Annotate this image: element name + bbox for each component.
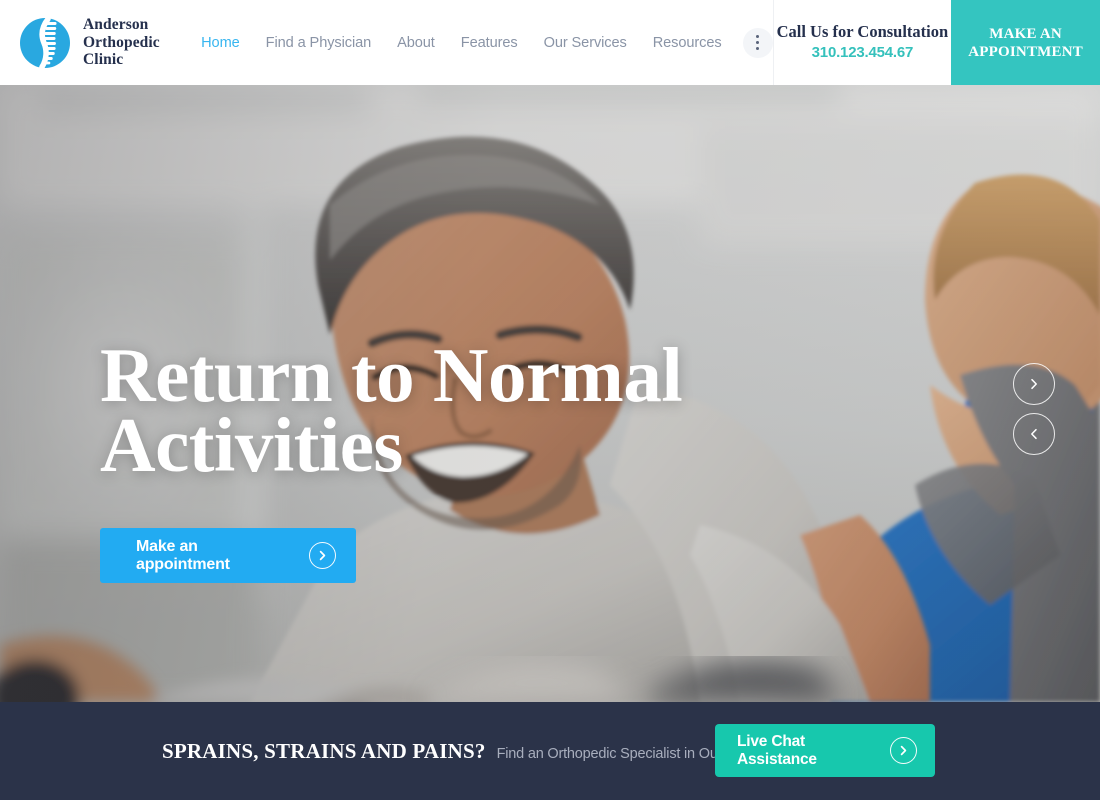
hero-section: Return to Normal Activities Make an appo…: [0, 85, 1100, 702]
live-chat-assistance-button[interactable]: Live Chat Assistance: [715, 724, 935, 777]
chevron-right-icon: [309, 542, 336, 569]
chevron-left-icon: [1031, 428, 1037, 440]
bottom-bar-headline: SPRAINS, STRAINS AND PAINS?: [162, 738, 486, 763]
nav-item-our-services[interactable]: Our Services: [531, 35, 640, 51]
hero-title-line1: Return to Normal: [100, 332, 683, 418]
webpage-root: Anderson Orthopedic Clinic Home Find a P…: [0, 0, 1100, 800]
chevron-right-icon: [890, 737, 917, 764]
call-us-title: Call Us for Consultation: [776, 22, 949, 41]
brand-logo[interactable]: Anderson Orthopedic Clinic: [0, 0, 182, 85]
nav-item-home[interactable]: Home: [188, 35, 253, 51]
hero-make-appointment-button[interactable]: Make an appointment: [100, 528, 356, 583]
nav-item-find-a-physician[interactable]: Find a Physician: [253, 35, 384, 51]
hero-title-line2: Activities: [100, 402, 403, 488]
phone-number[interactable]: 310.123.454.67: [812, 44, 914, 61]
bottom-cta-bar: SPRAINS, STRAINS AND PAINS? Find an Orth…: [0, 702, 1100, 800]
slider-prev-button[interactable]: [1013, 413, 1055, 455]
nav-item-about[interactable]: About: [384, 35, 448, 51]
nav-item-resources[interactable]: Resources: [640, 35, 735, 51]
live-chat-label: Live Chat Assistance: [737, 732, 817, 768]
hero-slider-controls: [1013, 363, 1055, 455]
chevron-right-icon: [1031, 378, 1037, 390]
spine-logo-icon: [18, 15, 72, 70]
slider-next-button[interactable]: [1013, 363, 1055, 405]
bottom-bar-text: SPRAINS, STRAINS AND PAINS? Find an Orth…: [162, 738, 761, 764]
hero-cta-label: Make an appointment: [136, 537, 230, 573]
main-navigation: Home Find a Physician About Features Our…: [182, 0, 773, 85]
nav-item-features[interactable]: Features: [448, 35, 531, 51]
vertical-dots-icon[interactable]: [742, 27, 773, 58]
brand-name: Anderson Orthopedic Clinic: [83, 16, 160, 69]
make-an-appointment-button[interactable]: MAKE AN APPOINTMENT: [951, 0, 1100, 85]
hero-content: Return to Normal Activities Make an appo…: [100, 332, 860, 583]
site-header: Anderson Orthopedic Clinic Home Find a P…: [0, 0, 1100, 85]
call-us-block: Call Us for Consultation 310.123.454.67: [772, 0, 952, 85]
